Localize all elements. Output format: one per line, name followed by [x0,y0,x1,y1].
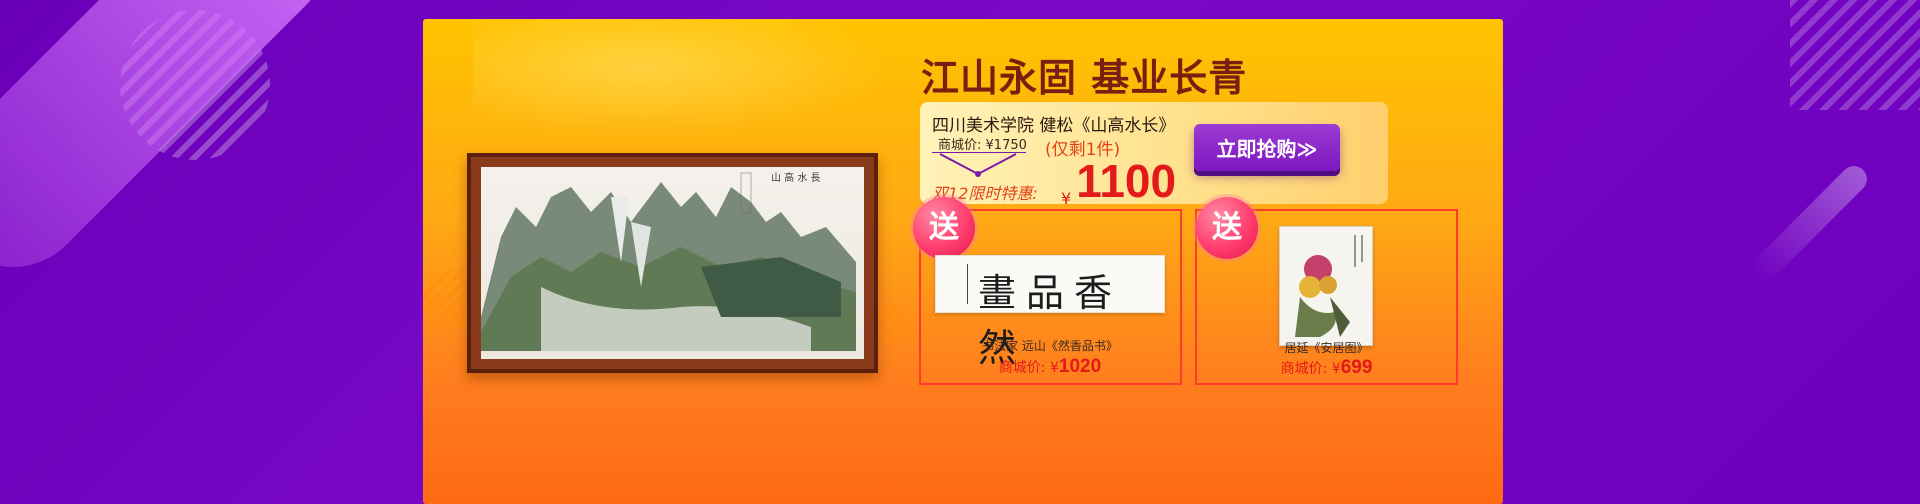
gift-badge-1: 送 [913,197,975,259]
gift-name-2: 居延《安居图》 [1284,341,1369,355]
promo-price: ¥ 1100 [1061,154,1176,208]
mall-price-value: ¥1750 [985,138,1027,153]
decor-swirl [873,304,913,344]
gift-price-label-1: 商城价: [998,360,1046,376]
price-value: 1100 [1076,155,1177,207]
product-painting[interactable]: 山 高 水 長 [467,153,878,373]
gift-price-currency-1: ¥ [1049,360,1059,376]
gift-price-2: 商城价: ¥699 [1195,357,1458,379]
landscape-image: 山 高 水 長 [481,171,856,351]
mall-price: 商城价: ¥1750 [938,134,1027,153]
flower-painting-image [1279,226,1373,346]
mountain-backdrop [473,19,893,139]
buy-now-button[interactable]: 立即抢购≫ [1194,124,1340,171]
flower-image [1295,235,1363,337]
gift-price-label-2: 商城价: [1280,361,1328,377]
product-name: 四川美术学院 健松《山高水长》 [932,116,1176,136]
mall-price-label: 商城价: [938,138,982,153]
svg-text:山 高 水 長: 山 高 水 長 [771,171,821,184]
banner-title: 江山永固 基业长青 [921,56,1248,100]
background-stripes-right [1790,0,1920,110]
v-mark-icon [939,153,1017,177]
promo-panel: 山 高 水 長 江山永固 基业长青 四川美术学院 健松《山高水长》 商城价: ¥… [423,19,1503,504]
gift-price-value-1: 1020 [1058,356,1102,377]
calligraphy-seal [948,264,968,304]
background-line-right [1747,160,1873,286]
gift-price-currency-2: ¥ [1331,361,1341,377]
gift-price-value-2: 699 [1340,357,1373,378]
price-currency: ¥ [1061,189,1072,208]
gift-price-1: 商城价: ¥1020 [935,356,1165,378]
calligraphy-image: 畫品香然 [935,255,1165,370]
gift-name-1: 书法家 远山《然香品书》 [982,339,1118,353]
painting-canvas: 山 高 水 長 [481,167,864,359]
gift-badge-2: 送 [1196,197,1258,259]
